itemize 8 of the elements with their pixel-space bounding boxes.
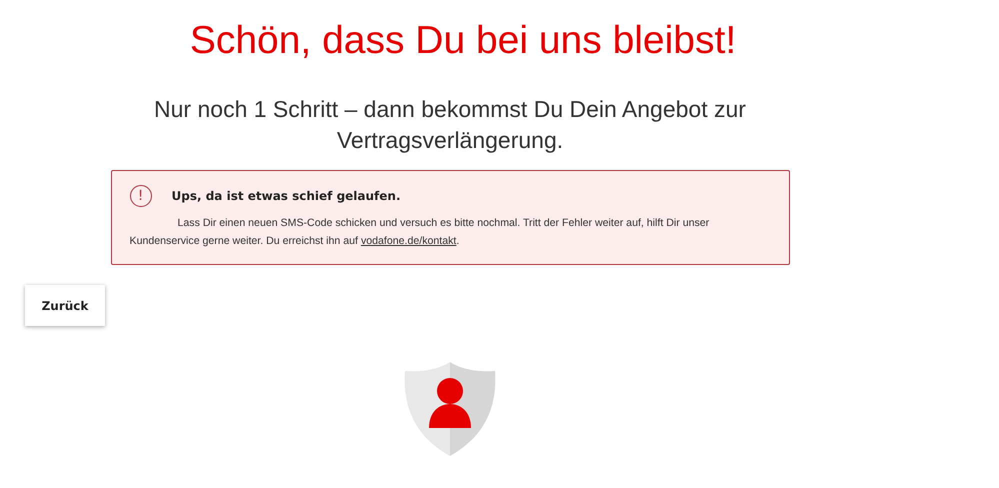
alert-heading: Ups, da ist etwas schief gelaufen. xyxy=(172,189,401,203)
exclamation-icon: ! xyxy=(130,185,152,207)
contact-link[interactable]: vodafone.de/kontakt xyxy=(360,235,456,247)
page-subtitle: Nur noch 1 Schritt – dann bekommst Du Dein Angebot zur Vertragsverlängerung. xyxy=(153,95,747,155)
page-title: Schön, dass Du bei uns bleibst! xyxy=(190,18,736,64)
back-button[interactable]: Zurück xyxy=(25,285,105,326)
shield-user-icon xyxy=(403,362,497,456)
alert-message: Lass Dir einen neuen SMS-Code schicken und versuch es bitte nochmal. Tritt der Fehler weiter auf, hilft Dir unser Kundenservice gerne weiter. Du erreichst ihn auf vodafone.de/kontakt. xyxy=(130,216,710,249)
